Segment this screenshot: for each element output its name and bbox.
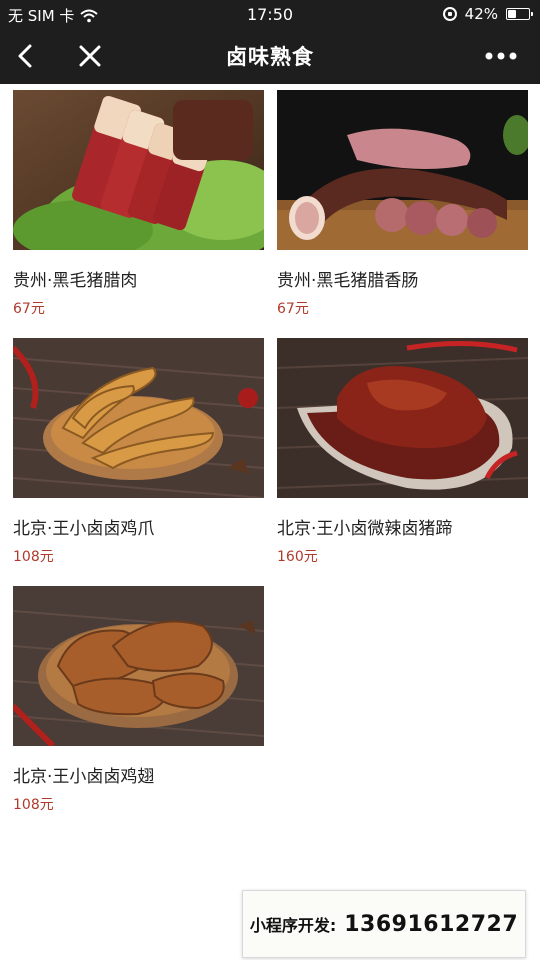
contact-label: 小程序开发: — [249, 916, 337, 935]
nav-bar: 卤味熟食 — [0, 28, 540, 84]
product-price: 67元 — [13, 301, 45, 317]
more-icon[interactable] — [484, 44, 518, 68]
product-name: 贵州·黑毛猪腊香肠 — [277, 271, 419, 291]
product-image-sausage — [277, 90, 528, 250]
page-title: 卤味熟食 — [226, 45, 314, 69]
product-image-chicken-feet — [13, 338, 264, 498]
developer-contact-box: 小程序开发: 13691612727 — [242, 890, 526, 958]
product-image-pig-trotter — [277, 338, 528, 498]
rotation-lock-icon — [442, 7, 457, 21]
product-name: 北京·王小卤卤鸡爪 — [13, 519, 155, 539]
product-price: 108元 — [13, 797, 54, 813]
product-name: 北京·王小卤卤鸡翅 — [13, 767, 155, 787]
product-price: 160元 — [277, 549, 318, 565]
battery-fill — [508, 10, 516, 18]
product-name: 贵州·黑毛猪腊肉 — [13, 271, 138, 291]
battery-icon — [506, 8, 533, 20]
battery-percent: 42% — [464, 5, 498, 23]
status-bar: 无 SIM 卡 17:50 42% — [0, 0, 540, 28]
status-right: 42% — [442, 5, 533, 23]
product-price: 108元 — [13, 549, 54, 565]
contact-phone[interactable]: 13691612727 — [344, 912, 518, 937]
product-price: 67元 — [277, 301, 309, 317]
product-image-bacon — [13, 90, 264, 250]
product-name: 北京·王小卤微辣卤猪蹄 — [277, 519, 453, 539]
product-image-chicken-wings — [13, 586, 264, 746]
